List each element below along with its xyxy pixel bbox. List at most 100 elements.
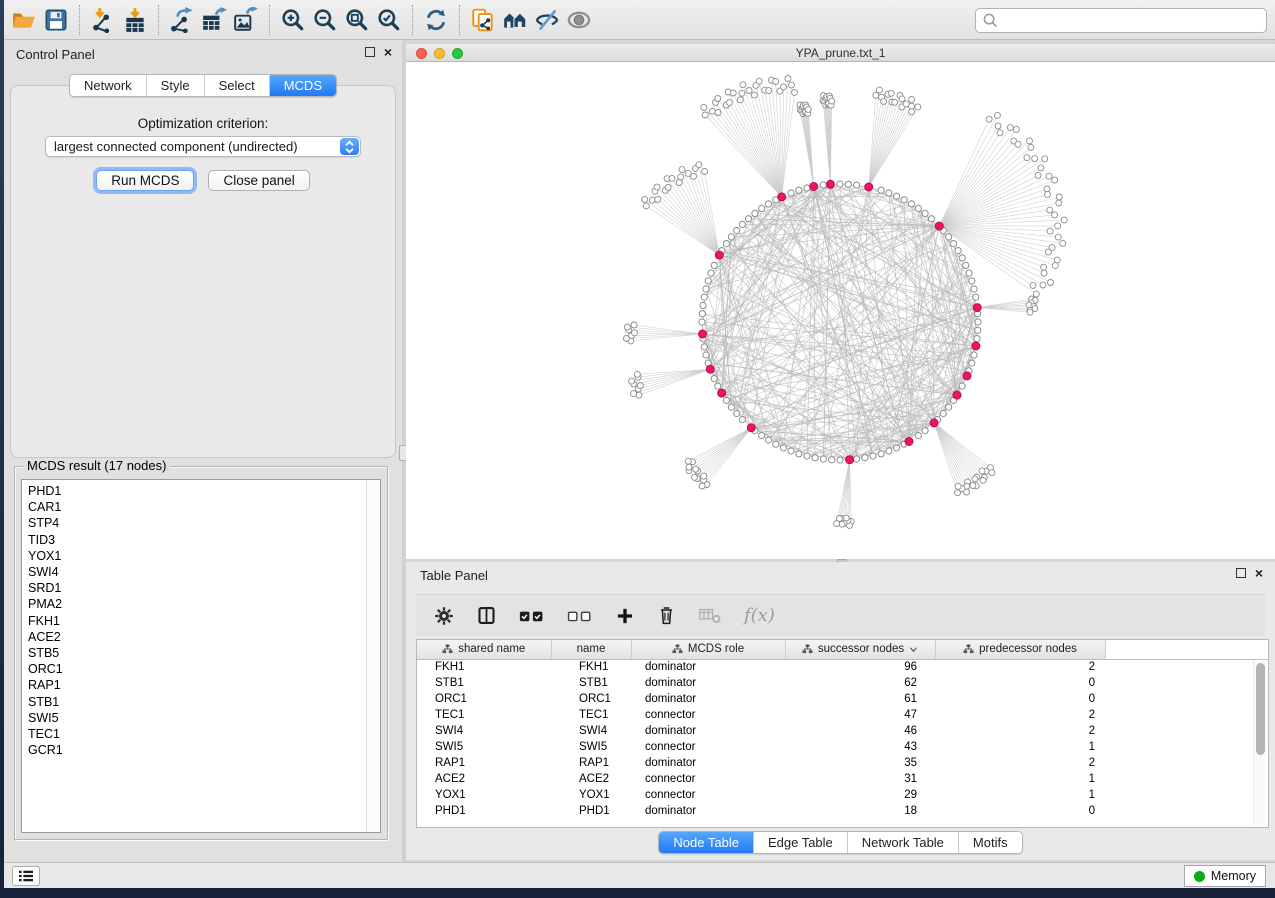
delete-column-icon[interactable] bbox=[657, 605, 676, 626]
table-cell[interactable]: 2 bbox=[935, 723, 1105, 739]
mcds-result-item[interactable]: TEC1 bbox=[28, 726, 360, 742]
zoom-fit-icon[interactable] bbox=[341, 4, 373, 36]
deselect-all-rows-icon[interactable] bbox=[567, 608, 593, 624]
table-row[interactable]: RAP1RAP1dominator352 bbox=[417, 755, 1268, 771]
table-tab-edge-table[interactable]: Edge Table bbox=[753, 832, 847, 853]
table-cell[interactable]: dominator bbox=[631, 755, 785, 771]
tab-style[interactable]: Style bbox=[146, 75, 204, 96]
table-cell[interactable]: YOX1 bbox=[551, 787, 631, 803]
create-column-icon[interactable] bbox=[615, 606, 635, 626]
table-cell[interactable]: dominator bbox=[631, 803, 785, 819]
search-input[interactable] bbox=[999, 14, 1266, 28]
table-cell[interactable]: RAP1 bbox=[551, 755, 631, 771]
column-header-successor-nodes[interactable]: successor nodes bbox=[785, 640, 935, 659]
export-image-icon[interactable] bbox=[230, 4, 262, 36]
table-cell[interactable]: dominator bbox=[631, 675, 785, 691]
close-panel-button[interactable]: Close panel bbox=[208, 170, 309, 191]
column-header-name[interactable]: name bbox=[551, 640, 631, 659]
refresh-icon[interactable] bbox=[420, 4, 452, 36]
show-column-icon[interactable] bbox=[476, 605, 497, 626]
table-cell[interactable]: 96 bbox=[785, 659, 935, 675]
table-cell[interactable]: PHD1 bbox=[551, 803, 631, 819]
mcds-result-item[interactable]: ORC1 bbox=[28, 661, 360, 677]
table-tab-node-table[interactable]: Node Table bbox=[659, 832, 753, 853]
table-cell[interactable]: 1 bbox=[935, 739, 1105, 755]
table-row[interactable]: FKH1FKH1dominator962 bbox=[417, 659, 1268, 675]
optimization-criterion-select[interactable]: largest connected component (undirected) bbox=[45, 136, 361, 157]
run-mcds-button[interactable]: Run MCDS bbox=[96, 170, 194, 191]
network-graph[interactable] bbox=[406, 62, 1275, 559]
memory-button[interactable]: Memory bbox=[1184, 865, 1266, 887]
mcds-list-scrollbar[interactable] bbox=[366, 480, 380, 832]
table-cell[interactable]: connector bbox=[631, 707, 785, 723]
table-cell[interactable]: dominator bbox=[631, 723, 785, 739]
mcds-result-item[interactable]: SRD1 bbox=[28, 580, 360, 596]
mcds-result-item[interactable]: GCR1 bbox=[28, 742, 360, 758]
table-cell[interactable]: 35 bbox=[785, 755, 935, 771]
node-table-area[interactable]: shared namenameMCDS rolesuccessor nodesp… bbox=[416, 639, 1269, 828]
hide-details-icon[interactable] bbox=[531, 4, 563, 36]
table-cell[interactable]: SWI4 bbox=[551, 723, 631, 739]
table-cell[interactable]: 62 bbox=[785, 675, 935, 691]
table-cell[interactable]: 0 bbox=[935, 691, 1105, 707]
table-cell[interactable]: connector bbox=[631, 787, 785, 803]
table-cell[interactable]: 1 bbox=[935, 771, 1105, 787]
mcds-result-item[interactable]: PHD1 bbox=[28, 483, 360, 499]
tab-mcds[interactable]: MCDS bbox=[269, 75, 336, 96]
table-cell[interactable]: STB1 bbox=[551, 675, 631, 691]
table-row[interactable]: YOX1YOX1connector291 bbox=[417, 787, 1268, 803]
table-cell[interactable]: ACE2 bbox=[417, 771, 551, 787]
mcds-result-item[interactable]: SWI4 bbox=[28, 564, 360, 580]
zoom-selected-icon[interactable] bbox=[373, 4, 405, 36]
table-cell[interactable]: 43 bbox=[785, 739, 935, 755]
table-cell[interactable]: SWI4 bbox=[417, 723, 551, 739]
table-row[interactable]: ACE2ACE2connector311 bbox=[417, 771, 1268, 787]
table-cell[interactable]: ACE2 bbox=[551, 771, 631, 787]
table-cell[interactable]: connector bbox=[631, 771, 785, 787]
save-session-icon[interactable] bbox=[40, 4, 72, 36]
table-cell[interactable]: FKH1 bbox=[551, 659, 631, 675]
table-cell[interactable]: 46 bbox=[785, 723, 935, 739]
mcds-result-item[interactable]: STB1 bbox=[28, 694, 360, 710]
zoom-out-icon[interactable] bbox=[309, 4, 341, 36]
table-cell[interactable]: SWI5 bbox=[551, 739, 631, 755]
table-cell[interactable]: 47 bbox=[785, 707, 935, 723]
table-cell[interactable]: 2 bbox=[935, 755, 1105, 771]
table-cell[interactable]: 29 bbox=[785, 787, 935, 803]
import-network-icon[interactable] bbox=[87, 4, 119, 36]
tab-network[interactable]: Network bbox=[70, 75, 146, 96]
show-all-networks-icon[interactable] bbox=[499, 4, 531, 36]
table-cell[interactable]: 18 bbox=[785, 803, 935, 819]
mcds-result-item[interactable]: SWI5 bbox=[28, 710, 360, 726]
import-table-icon[interactable] bbox=[119, 4, 151, 36]
clone-network-icon[interactable] bbox=[467, 4, 499, 36]
table-tab-network-table[interactable]: Network Table bbox=[847, 832, 958, 853]
table-cell[interactable]: 1 bbox=[935, 787, 1105, 803]
mcds-result-item[interactable]: STP4 bbox=[28, 515, 360, 531]
table-row[interactable]: SWI5SWI5connector431 bbox=[417, 739, 1268, 755]
table-cell[interactable]: TEC1 bbox=[417, 707, 551, 723]
table-cell[interactable]: 61 bbox=[785, 691, 935, 707]
table-tab-motifs[interactable]: Motifs bbox=[958, 832, 1022, 853]
table-cell[interactable]: connector bbox=[631, 739, 785, 755]
table-cell[interactable]: 2 bbox=[935, 707, 1105, 723]
table-row[interactable]: PHD1PHD1dominator180 bbox=[417, 803, 1268, 819]
table-cell[interactable]: STB1 bbox=[417, 675, 551, 691]
table-cell[interactable]: YOX1 bbox=[417, 787, 551, 803]
table-cell[interactable]: FKH1 bbox=[417, 659, 551, 675]
float-table-panel-icon[interactable] bbox=[1236, 568, 1246, 578]
network-titlebar[interactable]: YPA_prune.txt_1 bbox=[406, 44, 1275, 62]
float-panel-icon[interactable] bbox=[365, 47, 375, 57]
table-cell[interactable]: RAP1 bbox=[417, 755, 551, 771]
mcds-result-item[interactable]: TID3 bbox=[28, 532, 360, 548]
table-scrollbar[interactable] bbox=[1253, 661, 1266, 825]
table-cell[interactable]: PHD1 bbox=[417, 803, 551, 819]
export-table-icon[interactable] bbox=[198, 4, 230, 36]
mcds-result-item[interactable]: RAP1 bbox=[28, 677, 360, 693]
table-row[interactable]: TEC1TEC1connector472 bbox=[417, 707, 1268, 723]
table-row[interactable]: ORC1ORC1dominator610 bbox=[417, 691, 1268, 707]
close-table-panel-icon[interactable]: × bbox=[1255, 568, 1263, 578]
table-cell[interactable]: dominator bbox=[631, 659, 785, 675]
network-canvas[interactable] bbox=[406, 62, 1275, 559]
table-cell[interactable]: SWI5 bbox=[417, 739, 551, 755]
